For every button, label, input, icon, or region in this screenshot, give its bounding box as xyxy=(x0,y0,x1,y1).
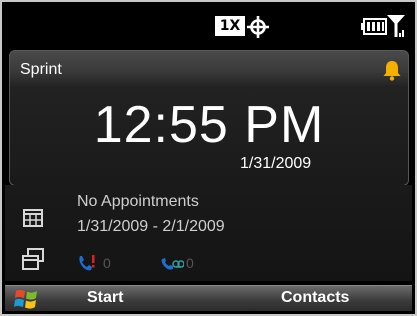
softkey-contacts[interactable]: Contacts xyxy=(281,289,349,307)
battery-icon[interactable] xyxy=(361,18,387,35)
device-frame: 1X Sprint 12:55 PM 1/31/2009 No Appointm… xyxy=(0,0,417,316)
softkey-start[interactable]: Start xyxy=(87,289,123,307)
windows-icon xyxy=(22,248,44,270)
clock-date: 1/31/2009 xyxy=(240,155,312,172)
voicemail-count: 0 xyxy=(186,255,194,271)
softkey-bar: Start Contacts xyxy=(5,285,412,311)
windows-start-logo-icon[interactable] xyxy=(13,287,41,311)
calendar-icon xyxy=(23,209,43,227)
signal-icon[interactable] xyxy=(386,13,406,39)
today-screen: 1X Sprint 12:55 PM 1/31/2009 No Appointm… xyxy=(5,5,412,311)
appointments-range: 1/31/2009 - 2/1/2009 xyxy=(77,218,225,235)
status-bar: 1X xyxy=(5,5,412,49)
appointments-title: No Appointments xyxy=(77,193,199,210)
missed-calls-count: 0 xyxy=(103,255,111,271)
voicemail-icon[interactable] xyxy=(160,255,184,271)
carrier-name: Sprint xyxy=(20,61,62,78)
clock-time: 12:55 PM xyxy=(93,96,325,154)
missed-call-icon[interactable] xyxy=(77,253,97,273)
roaming-icon xyxy=(247,16,269,38)
network-1x-indicator: 1X xyxy=(215,16,245,36)
clock-panel[interactable]: Sprint 12:55 PM 1/31/2009 xyxy=(9,50,409,186)
bell-icon[interactable] xyxy=(382,59,402,81)
appointments-section[interactable]: No Appointments 1/31/2009 - 2/1/2009 0 0 xyxy=(5,185,412,281)
